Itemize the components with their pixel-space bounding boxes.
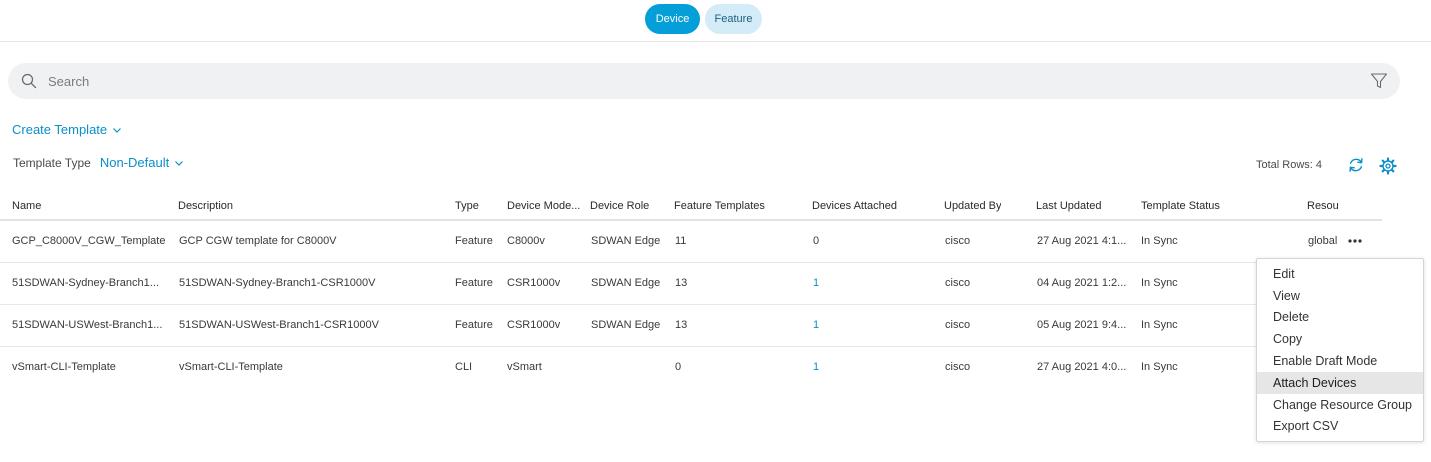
devices-attached-link[interactable]: 1 <box>813 277 819 289</box>
table-row: vSmart-CLI-Template vSmart-CLI-Template … <box>0 347 1382 389</box>
template-type-select[interactable]: Non-Default <box>100 155 184 170</box>
total-rows-count: Total Rows: 4 <box>1256 159 1323 171</box>
column-header-type[interactable]: Type <box>455 200 479 212</box>
column-header-devices-attached[interactable]: Devices Attached <box>812 200 897 212</box>
menu-item-enable-draft-mode[interactable]: Enable Draft Mode <box>1257 350 1423 372</box>
table-header: Name Description Type Device Mode... Dev… <box>0 192 1382 221</box>
refresh-icon[interactable] <box>1347 156 1365 174</box>
column-header-resource-group[interactable]: Resou <box>1307 200 1342 212</box>
cell-last-updated: 04 Aug 2021 1:2... <box>1037 277 1127 289</box>
cell-type: CLI <box>455 361 473 373</box>
feature-toggle-button[interactable]: Feature <box>705 4 762 34</box>
cell-feature-templates: 13 <box>675 319 688 331</box>
cell-device-model: C8000v <box>507 235 545 247</box>
menu-item-view[interactable]: View <box>1257 285 1423 307</box>
table-row: 51SDWAN-Sydney-Branch1... 51SDWAN-Sydney… <box>0 263 1382 305</box>
cell-type: Feature <box>455 277 493 289</box>
devices-attached-link[interactable]: 1 <box>813 361 819 373</box>
chevron-down-icon <box>113 127 122 133</box>
devices-attached-link[interactable]: 1 <box>813 319 819 331</box>
menu-item-delete[interactable]: Delete <box>1257 307 1423 329</box>
column-header-template-status[interactable]: Template Status <box>1141 200 1220 212</box>
column-header-feature-templates[interactable]: Feature Templates <box>674 200 765 212</box>
device-toggle-button[interactable]: Device <box>645 4 700 34</box>
cell-last-updated: 05 Aug 2021 9:4... <box>1037 319 1127 331</box>
menu-item-export-csv[interactable]: Export CSV <box>1257 416 1423 438</box>
more-horizontal-icon[interactable] <box>1347 234 1363 248</box>
cell-updated-by: cisco <box>945 319 971 331</box>
search-input[interactable] <box>48 71 1348 91</box>
cell-name: 51SDWAN-Sydney-Branch1... <box>12 277 159 289</box>
cell-resource-group: global <box>1308 235 1338 247</box>
cell-description: 51SDWAN-USWest-Branch1-CSR1000V <box>179 319 379 331</box>
cell-name: GCP_C8000V_CGW_Template <box>12 235 166 247</box>
cell-device-role: SDWAN Edge <box>591 235 661 247</box>
cell-feature-templates: 13 <box>675 277 688 289</box>
row-actions-menu: Edit View Delete Copy Enable Draft Mode … <box>1256 258 1424 442</box>
cell-template-status: In Sync <box>1141 277 1178 289</box>
cell-type: Feature <box>455 235 493 247</box>
search-icon <box>21 73 37 89</box>
cell-updated-by: cisco <box>945 361 971 373</box>
cell-last-updated: 27 Aug 2021 4:1... <box>1037 235 1127 247</box>
cell-template-status: In Sync <box>1141 235 1178 247</box>
column-header-device-role[interactable]: Device Role <box>590 200 649 212</box>
column-header-device-model[interactable]: Device Mode... <box>507 200 587 212</box>
cell-device-role: SDWAN Edge <box>591 319 661 331</box>
column-header-updated-by[interactable]: Updated By <box>944 200 1001 212</box>
cell-last-updated: 27 Aug 2021 4:0... <box>1037 361 1127 373</box>
menu-item-change-resource-group[interactable]: Change Resource Group <box>1257 394 1423 416</box>
cell-type: Feature <box>455 319 493 331</box>
column-header-last-updated[interactable]: Last Updated <box>1036 200 1101 212</box>
cell-description: GCP CGW template for C8000V <box>179 235 337 247</box>
template-type-filter: Template Type Non-Default <box>13 155 184 170</box>
templates-table: Name Description Type Device Mode... Dev… <box>0 192 1382 389</box>
cell-devices-attached: 0 <box>813 235 820 247</box>
cell-description: 51SDWAN-Sydney-Branch1-CSR1000V <box>179 277 376 289</box>
menu-item-edit[interactable]: Edit <box>1257 263 1423 285</box>
cell-device-role: SDWAN Edge <box>591 277 661 289</box>
cell-template-status: In Sync <box>1141 361 1178 373</box>
cell-device-model: CSR1000v <box>507 277 561 289</box>
filter-icon[interactable] <box>1370 72 1388 90</box>
search-bar <box>8 63 1400 99</box>
template-kind-toggle: Device Feature <box>645 4 762 34</box>
cell-feature-templates: 0 <box>675 361 682 373</box>
cell-name: 51SDWAN-USWest-Branch1... <box>12 319 163 331</box>
template-type-value: Non-Default <box>99 155 170 170</box>
menu-item-attach-devices[interactable]: Attach Devices <box>1257 371 1423 394</box>
gear-icon[interactable] <box>1379 157 1397 175</box>
cell-template-status: In Sync <box>1141 319 1178 331</box>
column-header-name[interactable]: Name <box>12 200 41 212</box>
column-header-description[interactable]: Description <box>178 200 233 212</box>
cell-device-model: CSR1000v <box>507 319 561 331</box>
top-divider <box>0 41 1431 42</box>
create-template-dropdown[interactable]: Create Template <box>12 122 122 137</box>
chevron-down-icon <box>175 160 184 166</box>
template-type-label: Template Type <box>13 155 91 170</box>
cell-device-model: vSmart <box>507 361 542 373</box>
table-row: GCP_C8000V_CGW_Template GCP CGW template… <box>0 221 1382 263</box>
templates-page: Device Feature Create Template Template … <box>0 0 1431 462</box>
create-template-label: Create Template <box>12 122 108 137</box>
cell-name: vSmart-CLI-Template <box>12 361 116 373</box>
menu-item-copy[interactable]: Copy <box>1257 328 1423 350</box>
cell-updated-by: cisco <box>945 235 971 247</box>
cell-feature-templates: 11 <box>675 235 687 247</box>
cell-description: vSmart-CLI-Template <box>179 361 283 373</box>
cell-updated-by: cisco <box>945 277 971 289</box>
table-row: 51SDWAN-USWest-Branch1... 51SDWAN-USWest… <box>0 305 1382 347</box>
